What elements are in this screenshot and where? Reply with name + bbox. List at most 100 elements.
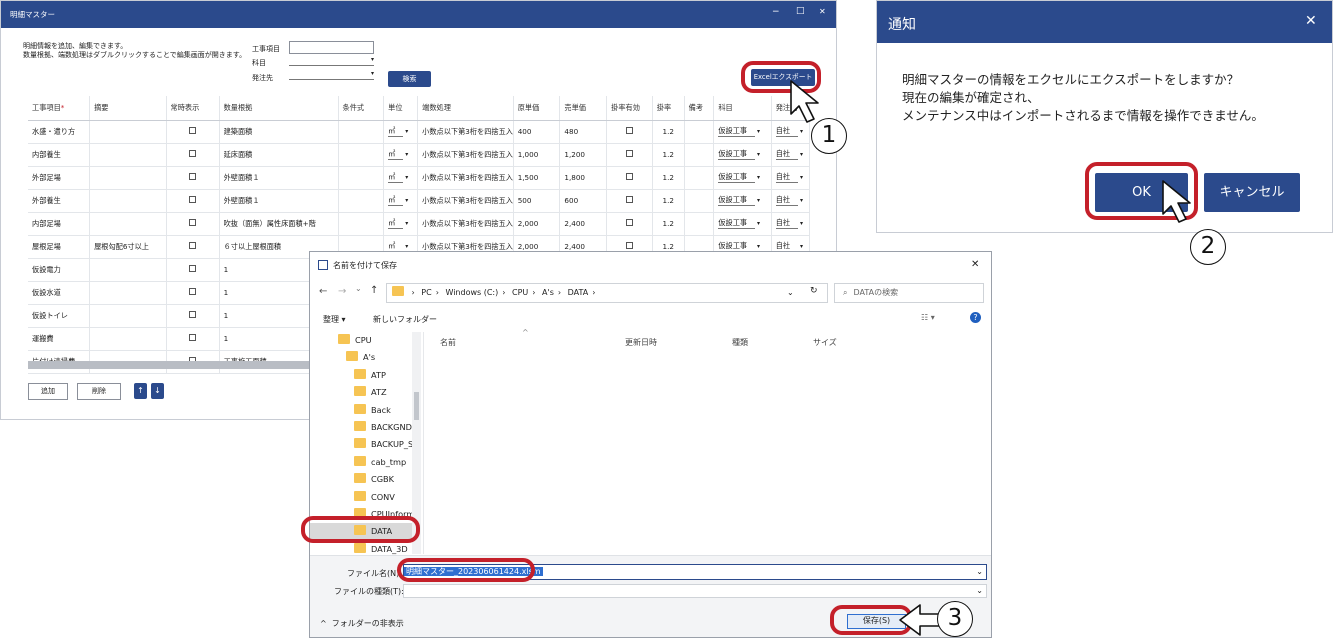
checkbox[interactable] [625,150,633,157]
filename-dropdown-icon[interactable]: ⌄ [976,565,983,579]
checkbox[interactable] [189,288,197,295]
checkbox[interactable] [189,265,197,272]
col-header[interactable]: 科目 [713,96,772,121]
help-icon[interactable]: ? [970,312,981,323]
notice-close-button[interactable]: ✕ [1305,13,1317,29]
cell-vendor[interactable]: 自社 ▾ [771,166,811,190]
tree-item-back[interactable]: Back [310,402,420,419]
col-header[interactable]: 数量根拠 [219,96,339,121]
hide-folders-toggle[interactable]: ^ フォルダーの非表示 [320,618,404,629]
refresh-icon[interactable]: ↻ [810,286,818,296]
cell-rflag[interactable] [606,120,653,144]
cell-vis[interactable] [166,143,220,167]
tree-item-backup-s[interactable]: BACKUP_S [310,436,420,453]
checkbox[interactable] [189,311,197,318]
search-field[interactable]: ⌕ DATAの検索 [834,283,984,303]
cell-vendor[interactable]: 自社 ▾ [771,189,811,213]
cell-unit[interactable]: ㎡ ▾ [383,143,419,167]
search-button[interactable]: 検索 [388,71,431,87]
breadcrumb-drive[interactable]: Windows (C:) [445,288,498,297]
filetype-select[interactable]: ⌄ [403,584,987,598]
checkbox[interactable] [189,127,197,134]
checkbox[interactable] [189,219,197,226]
cell-vis[interactable] [166,327,220,351]
cell-subject[interactable]: 仮設工事 ▾ [713,143,772,167]
breadcrumb-as[interactable]: A's [542,288,554,297]
save-close-button[interactable]: ✕ [971,259,979,270]
address-bar[interactable]: › PC › Windows (C:) › CPU › A's › DATA › ⌄ [386,283,828,303]
checkbox[interactable] [625,196,633,203]
tree-item-conv[interactable]: CONV [310,489,420,506]
tree-item-a-s[interactable]: A's [310,349,420,366]
filter-subject-select[interactable]: ▾ [289,56,374,66]
delete-button[interactable]: 削除 [77,383,121,400]
col-header[interactable]: 単位 [383,96,419,121]
cancel-button[interactable]: キャンセル [1204,173,1300,212]
col-header[interactable]: 摘要 [89,96,167,121]
checkbox[interactable] [625,219,633,226]
cell-vis[interactable] [166,120,220,144]
tree-item-atz[interactable]: ATZ [310,384,420,401]
col-type[interactable]: 種類 [732,337,748,348]
cell-vis[interactable] [166,281,220,305]
table-row[interactable]: 水盛・遣り方 建築面積 ㎡ ▾ 小数点以下第3桁を四捨五入 400 480 1.2 仮設工事 … [28,120,811,144]
move-down-button[interactable]: ↓ [151,383,164,399]
checkbox[interactable] [625,242,633,249]
cell-unit[interactable]: ㎡ ▾ [383,189,419,213]
cell-vis[interactable] [166,212,220,236]
back-icon[interactable]: ← [319,286,327,297]
col-header[interactable]: 掛率有効 [606,96,653,121]
minimize-button[interactable]: − [772,7,780,17]
cell-subject[interactable]: 仮設工事 ▾ [713,166,772,190]
breadcrumb-pc[interactable]: PC [421,288,431,297]
cell-subject[interactable]: 仮設工事 ▾ [713,212,772,236]
tree-item-atp[interactable]: ATP [310,367,420,384]
cell-unit[interactable]: ㎡ ▾ [383,166,419,190]
add-button[interactable]: 追加 [28,383,68,400]
checkbox[interactable] [625,173,633,180]
filter-vendor-select[interactable]: ▾ [289,70,374,80]
filter-item-input[interactable] [289,41,374,54]
cell-vendor[interactable]: 自社 ▾ [771,212,811,236]
col-header[interactable]: 備考 [684,96,715,121]
tree-item-cpu[interactable]: CPU [310,332,420,349]
cell-vis[interactable] [166,258,220,282]
col-header[interactable]: 工事項目* [28,96,91,121]
col-header[interactable]: 売単価 [559,96,608,121]
cell-unit[interactable]: ㎡ ▾ [383,120,419,144]
cell-rflag[interactable] [606,189,653,213]
col-header[interactable]: 原単価 [513,96,561,121]
cell-rflag[interactable] [606,212,653,236]
table-row[interactable]: 外部足場 外壁面積１ ㎡ ▾ 小数点以下第3桁を四捨五入 1,500 1,800 1.2 仮設… [28,166,811,190]
move-up-button[interactable]: ↑ [134,383,147,399]
forward-icon[interactable]: → [338,286,346,297]
cell-rflag[interactable] [606,166,653,190]
cell-vis[interactable] [166,189,220,213]
tree-item-cab-tmp[interactable]: cab_tmp [310,454,420,471]
col-size[interactable]: サイズ [813,337,837,348]
up-icon[interactable]: ↑ [370,285,378,296]
col-header[interactable]: 常時表示 [166,96,220,121]
checkbox[interactable] [189,173,197,180]
col-header[interactable]: 端数処理 [417,96,514,121]
close-button[interactable]: ✕ [819,7,826,16]
tree-item-cgbk[interactable]: CGBK [310,471,420,488]
breadcrumb-data[interactable]: DATA [568,288,589,297]
recent-icon[interactable]: ⌄ [355,284,362,293]
checkbox[interactable] [189,196,197,203]
table-row[interactable]: 外部養生 外壁面積１ ㎡ ▾ 小数点以下第3桁を四捨五入 500 600 1.2 仮設工事 ▾… [28,189,811,213]
checkbox[interactable] [189,150,197,157]
address-dropdown-icon[interactable]: ⌄ [787,284,794,302]
cell-subject[interactable]: 仮設工事 ▾ [713,189,772,213]
col-header[interactable]: 条件式 [338,96,385,121]
table-row[interactable]: 内部養生 延床面積 ㎡ ▾ 小数点以下第3桁を四捨五入 1,000 1,200 1.2 仮設工… [28,143,811,167]
organize-menu[interactable]: 整理 ▾ [323,314,346,325]
cell-vis[interactable] [166,235,220,259]
cell-unit[interactable]: ㎡ ▾ [383,212,419,236]
tree-item-backgnd[interactable]: BACKGND [310,419,420,436]
col-modified[interactable]: 更新日時 [625,337,657,348]
cell-subject[interactable]: 仮設工事 ▾ [713,120,772,144]
view-menu-icon[interactable]: ☷ ▾ [921,313,935,322]
cell-vendor[interactable]: 自社 ▾ [771,143,811,167]
new-folder-button[interactable]: 新しいフォルダー [373,314,437,325]
